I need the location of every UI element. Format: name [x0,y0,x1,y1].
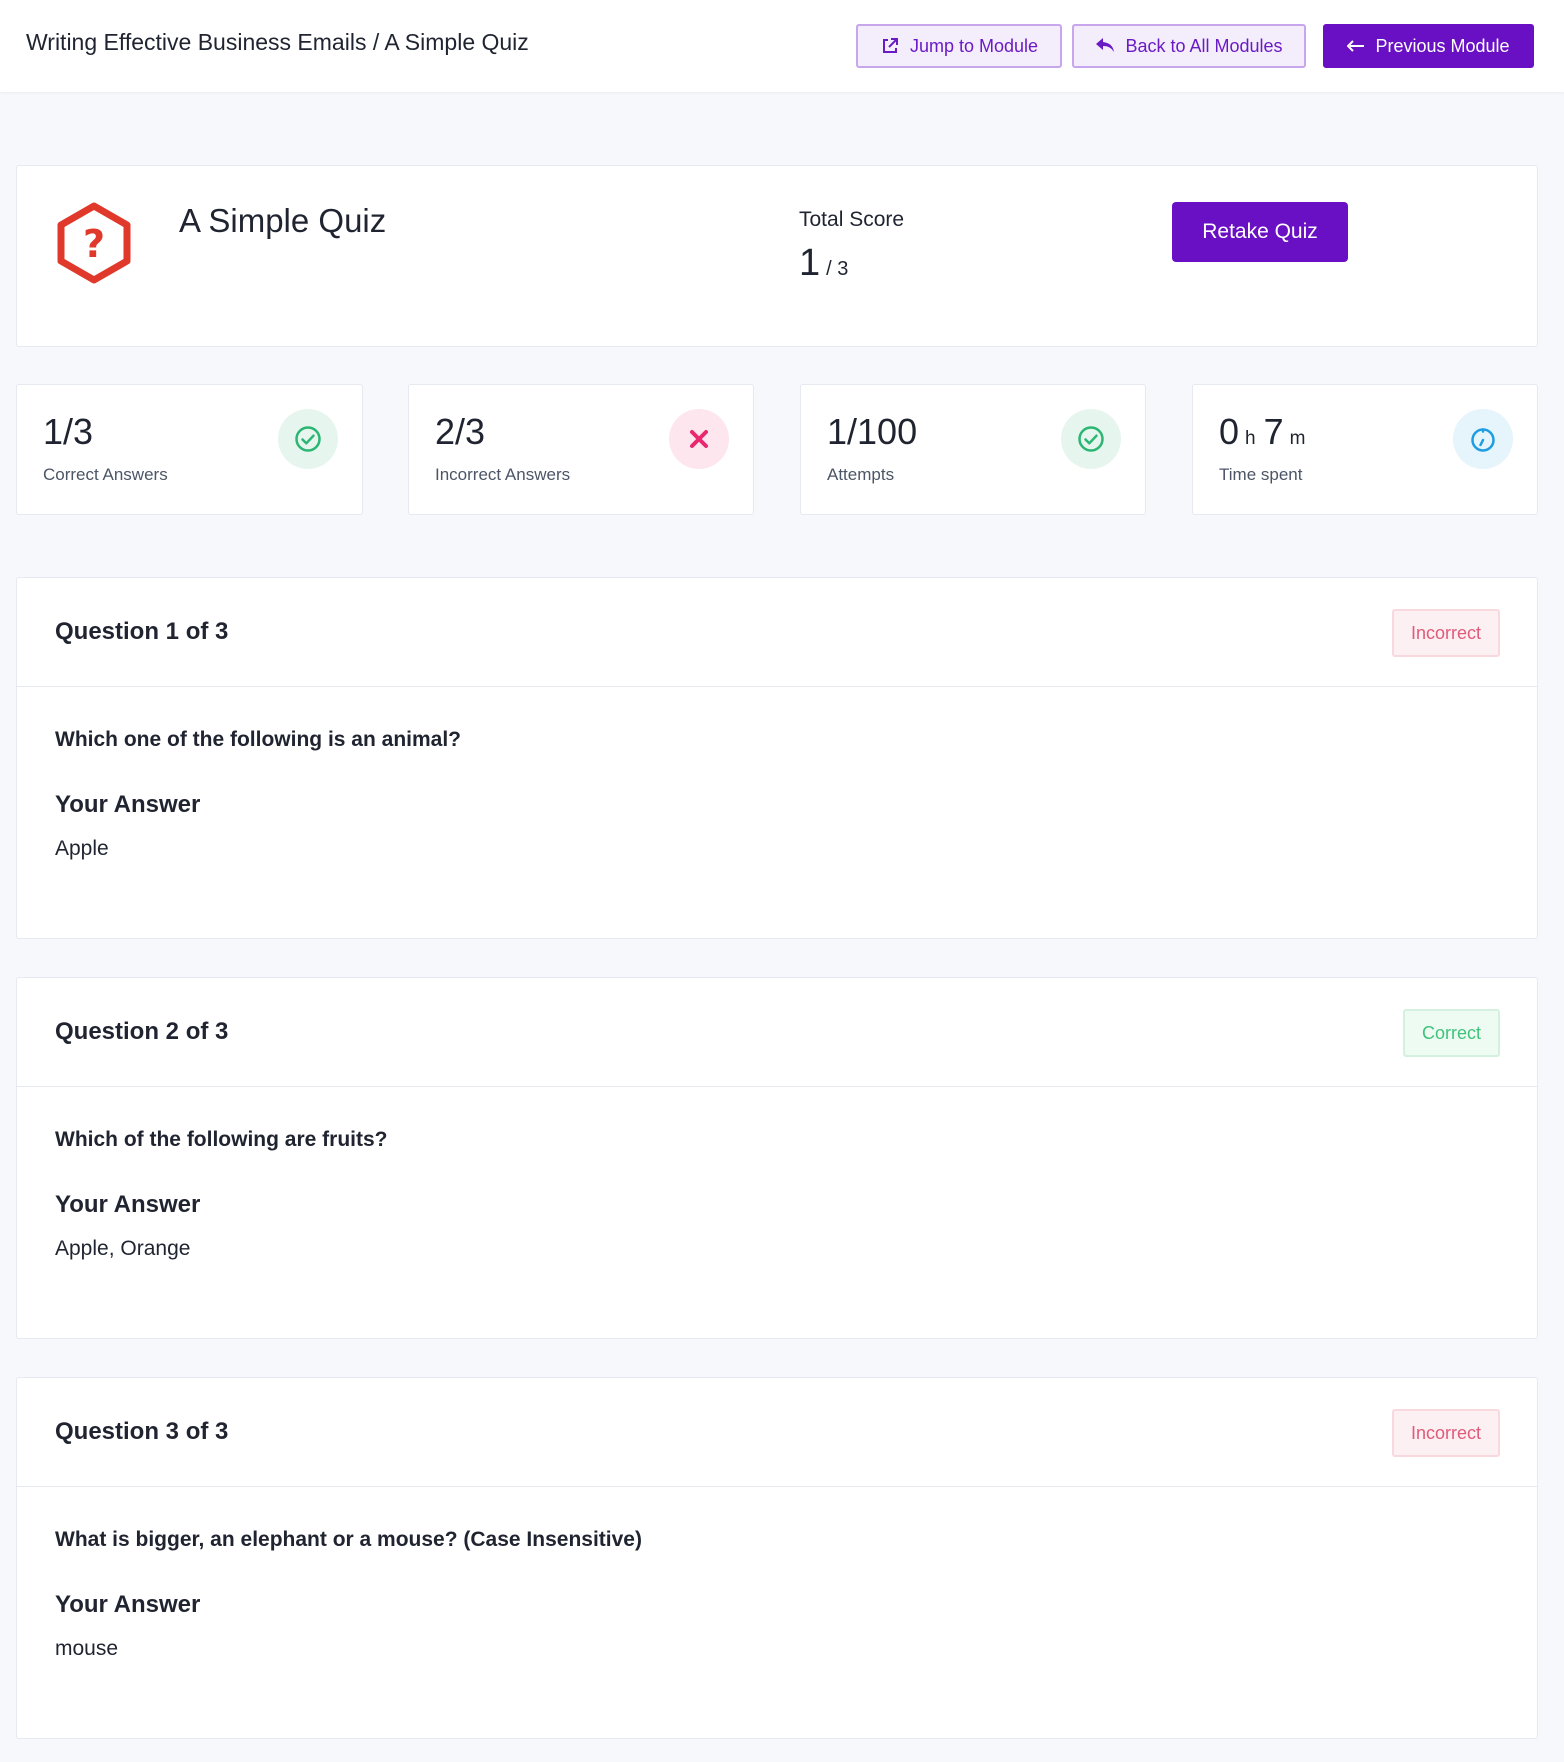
time-spent-label: Time spent [1219,465,1303,484]
back-to-all-modules-label: Back to All Modules [1125,35,1283,56]
stat-card-incorrect: 2/3 Incorrect Answers [408,384,754,515]
question-card-2: Question 2 of 3 Correct Which of the fol… [16,977,1538,1339]
question-card-1: Question 1 of 3 Incorrect Which one of t… [16,577,1538,939]
quiz-title: A Simple Quiz [179,202,387,239]
stat-card-attempts: 1/100 Attempts [800,384,1146,515]
check-circle-icon [278,409,338,469]
your-answer-value: Apple, Orange [55,1237,191,1260]
status-badge: Incorrect [1391,609,1500,657]
question-title: Question 2 of 3 [55,1018,229,1045]
your-answer-label: Your Answer [55,1591,201,1618]
back-to-all-modules-button[interactable]: Back to All Modules [1072,24,1306,68]
question-header: Question 1 of 3 Incorrect [17,578,1537,687]
reply-icon [1095,37,1115,55]
time-minutes-unit: m [1289,428,1306,449]
top-bar: Writing Effective Business Emails / A Si… [0,0,1564,92]
time-minutes: 7 [1263,411,1284,452]
stopwatch-icon [1453,409,1513,469]
question-title: Question 3 of 3 [55,1418,229,1445]
time-hours-unit: h [1245,428,1256,449]
time-spent-value: 0h7m [1219,411,1313,453]
stat-card-correct: 1/3 Correct Answers [16,384,363,515]
incorrect-answers-label: Incorrect Answers [435,465,571,484]
score-total: / 3 [826,258,849,280]
question-header: Question 3 of 3 Incorrect [17,1378,1537,1487]
question-header: Question 2 of 3 Correct [17,978,1537,1087]
status-badge: Incorrect [1391,1409,1500,1457]
jump-to-module-label: Jump to Module [909,35,1039,56]
svg-text:?: ? [83,222,105,266]
your-answer-label: Your Answer [55,791,201,818]
your-answer-value: Apple [55,837,109,860]
previous-module-button[interactable]: Previous Module [1323,24,1534,68]
attempts-label: Attempts [827,465,895,484]
score-number: 1 [799,242,821,284]
question-text: Which of the following are fruits? [55,1128,388,1151]
time-hours: 0 [1219,411,1240,452]
question-text: What is bigger, an elephant or a mouse? … [55,1528,642,1551]
arrow-left-icon [1347,40,1365,52]
retake-quiz-button[interactable]: Retake Quiz [1172,202,1348,262]
your-answer-value: mouse [55,1637,119,1660]
quiz-summary-card: ? A Simple Quiz Total Score 1/ 3 Retake … [16,165,1538,347]
question-text: Which one of the following is an animal? [55,728,462,751]
total-score-value: 1/ 3 [799,242,848,285]
close-icon [669,409,729,469]
question-card-3: Question 3 of 3 Incorrect What is bigger… [16,1377,1538,1739]
question-hexagon-icon: ? [55,201,133,290]
stat-card-time: 0h7m Time spent [1192,384,1538,515]
external-link-icon [880,36,900,56]
your-answer-label: Your Answer [55,1191,201,1218]
attempts-value: 1/100 [827,411,918,452]
jump-to-module-button[interactable]: Jump to Module [856,24,1062,68]
incorrect-answers-value: 2/3 [435,411,486,452]
question-title: Question 1 of 3 [55,618,229,645]
previous-module-label: Previous Module [1375,35,1510,56]
status-badge: Correct [1402,1009,1500,1057]
correct-answers-label: Correct Answers [43,465,168,484]
check-circle-icon [1061,409,1121,469]
total-score-label: Total Score [799,208,905,231]
correct-answers-value: 1/3 [43,411,94,452]
breadcrumb: Writing Effective Business Emails / A Si… [26,29,529,55]
